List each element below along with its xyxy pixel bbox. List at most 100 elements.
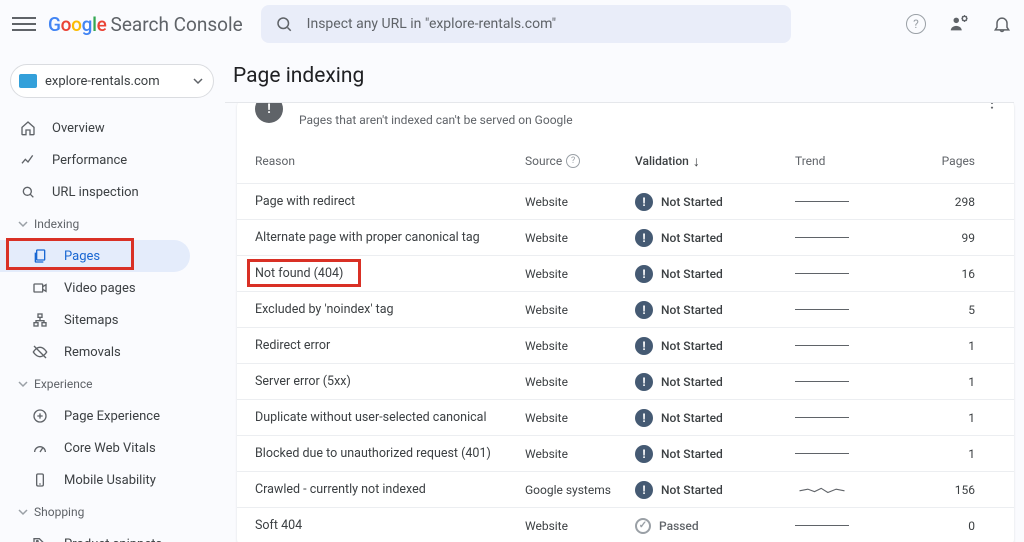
card-banner: ! Pages that aren't indexed can't be ser… bbox=[237, 103, 1014, 139]
sidebar-item-label: Product snippets bbox=[64, 537, 162, 542]
speed-icon bbox=[30, 440, 50, 456]
url-inspect-search[interactable]: Inspect any URL in "explore-rentals.com" bbox=[261, 5, 791, 43]
table-row[interactable]: Blocked due to unauthorized request (401… bbox=[237, 435, 1014, 471]
exclamation-icon: ! bbox=[635, 301, 653, 319]
sidebar-item-core-web-vitals[interactable]: Core Web Vitals bbox=[0, 432, 190, 464]
sidebar-item-mobile-usability[interactable]: Mobile Usability bbox=[0, 464, 190, 496]
table-row[interactable]: Not found (404)Website!Not Started16 bbox=[237, 255, 1014, 291]
property-selector[interactable]: explore-rentals.com bbox=[10, 64, 214, 98]
arrow-down-icon: ↓ bbox=[693, 153, 700, 170]
exclamation-icon: ! bbox=[635, 373, 653, 391]
exclamation-icon: ! bbox=[635, 193, 653, 211]
cell-validation: !Not Started bbox=[635, 445, 795, 463]
cell-reason: Not found (404) bbox=[255, 266, 525, 281]
cell-pages: 16 bbox=[895, 267, 975, 281]
cell-source: Website bbox=[525, 303, 635, 317]
settings-people-icon[interactable] bbox=[948, 13, 970, 35]
cell-pages: 0 bbox=[895, 519, 975, 533]
cell-pages: 1 bbox=[895, 447, 975, 461]
col-header-source-label: Source bbox=[525, 154, 562, 168]
table-row[interactable]: Duplicate without user-selected canonica… bbox=[237, 399, 1014, 435]
cell-source: Website bbox=[525, 267, 635, 281]
cell-source: Website bbox=[525, 195, 635, 209]
sidebar-item-performance[interactable]: Performance bbox=[0, 144, 190, 176]
col-header-source[interactable]: Source ? bbox=[525, 154, 635, 168]
table-row[interactable]: Server error (5xx)Website!Not Started1 bbox=[237, 363, 1014, 399]
chevron-down-icon bbox=[193, 76, 203, 86]
more-icon[interactable] bbox=[984, 103, 1000, 111]
cell-source: Google systems bbox=[525, 483, 635, 497]
sidebar-item-page-experience[interactable]: Page Experience bbox=[0, 400, 190, 432]
sparkline-icon bbox=[795, 453, 849, 454]
page-title: Page indexing bbox=[225, 48, 1014, 103]
cell-trend bbox=[795, 273, 895, 274]
table-row[interactable]: Redirect errorWebsite!Not Started1 bbox=[237, 327, 1014, 363]
search-placeholder: Inspect any URL in "explore-rentals.com" bbox=[307, 16, 556, 32]
sidebar-section-label: Shopping bbox=[34, 505, 84, 519]
menu-icon[interactable] bbox=[12, 12, 36, 36]
cell-reason: Blocked due to unauthorized request (401… bbox=[255, 446, 525, 461]
sparkline-icon bbox=[795, 309, 849, 310]
sidebar-item-video-pages[interactable]: Video pages bbox=[0, 272, 190, 304]
cell-trend bbox=[795, 525, 895, 526]
cell-pages: 99 bbox=[895, 231, 975, 245]
cell-trend bbox=[795, 309, 895, 310]
cell-trend bbox=[795, 201, 895, 202]
sidebar-item-label: Core Web Vitals bbox=[64, 441, 156, 456]
table-row[interactable]: Alternate page with proper canonical tag… bbox=[237, 219, 1014, 255]
cell-source: Website bbox=[525, 375, 635, 389]
table-row[interactable]: Crawled - currently not indexedGoogle sy… bbox=[237, 471, 1014, 507]
col-header-validation[interactable]: Validation ↓ bbox=[635, 153, 795, 170]
cell-reason: Excluded by 'noindex' tag bbox=[255, 302, 525, 317]
col-header-trend[interactable]: Trend bbox=[795, 154, 895, 168]
cell-reason: Server error (5xx) bbox=[255, 374, 525, 389]
sidebar-item-label: Overview bbox=[52, 121, 105, 136]
pages-icon bbox=[30, 248, 50, 264]
content-area: ! Pages that aren't indexed can't be ser… bbox=[225, 103, 1024, 542]
search-icon bbox=[275, 15, 293, 33]
sidebar-item-overview[interactable]: Overview bbox=[0, 112, 190, 144]
cell-reason: Crawled - currently not indexed bbox=[255, 482, 525, 497]
cell-pages: 156 bbox=[895, 483, 975, 497]
sidebar-item-pages[interactable]: Pages bbox=[0, 240, 190, 272]
sidebar-item-product-snippets[interactable]: Product snippets bbox=[0, 528, 190, 542]
sparkline-icon bbox=[795, 417, 849, 418]
sparkline-icon bbox=[795, 381, 849, 382]
cell-reason: Alternate page with proper canonical tag bbox=[255, 230, 525, 245]
cell-validation: !Not Started bbox=[635, 373, 795, 391]
table-row[interactable]: Soft 404Website✓Passed0 bbox=[237, 507, 1014, 542]
exclamation-icon: ! bbox=[635, 445, 653, 463]
sidebar-item-label: Performance bbox=[52, 153, 127, 168]
cell-pages: 298 bbox=[895, 195, 975, 209]
col-header-reason[interactable]: Reason bbox=[255, 154, 525, 168]
chevron-down-icon bbox=[18, 219, 28, 229]
col-header-pages[interactable]: Pages bbox=[895, 154, 975, 168]
sidebar-item-label: Pages bbox=[64, 249, 100, 264]
video-icon bbox=[30, 280, 50, 296]
sidebar-item-sitemaps[interactable]: Sitemaps bbox=[0, 304, 190, 336]
help-icon[interactable]: ? bbox=[906, 14, 926, 34]
top-bar: Google Search Console Inspect any URL in… bbox=[0, 0, 1024, 48]
cell-source: Website bbox=[525, 339, 635, 353]
chevron-down-icon bbox=[18, 507, 28, 517]
cell-pages: 1 bbox=[895, 411, 975, 425]
chevron-down-icon bbox=[18, 379, 28, 389]
banner-text: Pages that aren't indexed can't be serve… bbox=[299, 113, 573, 127]
notifications-icon[interactable] bbox=[992, 14, 1012, 34]
search-icon bbox=[18, 184, 38, 200]
sidebar-item-label: URL inspection bbox=[52, 185, 139, 200]
sidebar-item-removals[interactable]: Removals bbox=[0, 336, 190, 368]
help-icon[interactable]: ? bbox=[566, 154, 580, 168]
sidebar-item-label: Page Experience bbox=[64, 409, 160, 424]
table-header: Reason Source ? Validation ↓ Trend Pages bbox=[237, 139, 1014, 183]
sidebar-item-url-inspection[interactable]: URL inspection bbox=[0, 176, 190, 208]
table-row[interactable]: Excluded by 'noindex' tagWebsite!Not Sta… bbox=[237, 291, 1014, 327]
indexing-reasons-card: ! Pages that aren't indexed can't be ser… bbox=[237, 103, 1014, 542]
sidebar-item-label: Mobile Usability bbox=[64, 473, 156, 488]
cell-validation: !Not Started bbox=[635, 301, 795, 319]
table-row[interactable]: Page with redirectWebsite!Not Started298 bbox=[237, 183, 1014, 219]
app-logo: Google Search Console bbox=[48, 13, 243, 36]
cell-trend bbox=[795, 453, 895, 454]
info-icon: ! bbox=[255, 103, 283, 123]
cell-source: Website bbox=[525, 447, 635, 461]
